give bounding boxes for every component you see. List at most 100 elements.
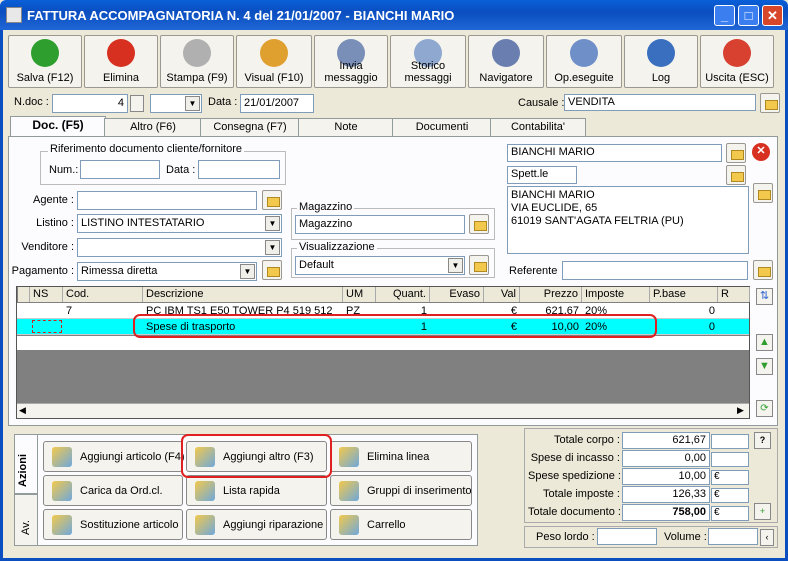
toolbar-button-mail-search[interactable]: Storico messaggi: [390, 35, 466, 88]
grid-header-cell[interactable]: Val: [484, 287, 520, 302]
grid-header-cell[interactable]: R: [718, 287, 750, 302]
rif-num-input[interactable]: [80, 160, 160, 179]
magazzino-input[interactable]: Magazzino: [295, 215, 465, 234]
move-up-blue-icon[interactable]: ⇅: [756, 288, 773, 305]
toolbar-button-compass[interactable]: Navigatore: [468, 35, 544, 88]
grid-cell[interactable]: 7: [63, 304, 143, 318]
pagamento-folder-icon[interactable]: [262, 260, 282, 280]
tab-1[interactable]: Altro (F6): [104, 118, 202, 136]
agente-input[interactable]: [77, 191, 257, 210]
toolbar-button-envelope[interactable]: Invia messaggio: [314, 35, 388, 88]
grid-header-cell[interactable]: Quant.: [376, 287, 430, 302]
load-order-icon: [52, 481, 72, 501]
move-up-icon[interactable]: ▲: [756, 334, 773, 351]
toolbar-button-delete-x[interactable]: Elimina: [84, 35, 158, 88]
toolbar-button-label: Log: [651, 72, 671, 84]
check-icon: [31, 39, 59, 67]
grid-header-cell[interactable]: UM: [343, 287, 376, 302]
refresh-grid-icon[interactable]: ⟳: [756, 400, 773, 417]
close-button[interactable]: ✕: [762, 5, 783, 26]
action-add-article[interactable]: Aggiungi articolo (F4): [43, 441, 185, 472]
salutation-input[interactable]: Spett.le: [507, 166, 577, 184]
grid-cell[interactable]: [718, 320, 750, 334]
agente-folder-icon[interactable]: [262, 190, 282, 210]
causale-folder-icon[interactable]: [760, 93, 780, 113]
peso-input[interactable]: [597, 528, 657, 545]
customer-name-input[interactable]: BIANCHI MARIO: [507, 144, 722, 162]
minimize-button[interactable]: _: [714, 5, 735, 26]
tab-2[interactable]: Consegna (F7): [200, 118, 300, 136]
volume-input[interactable]: [708, 528, 758, 545]
action-quick-list[interactable]: Lista rapida: [186, 475, 327, 506]
customer-address-box[interactable]: BIANCHI MARIO VIA EUCLIDE, 65 61019 SANT…: [507, 186, 749, 254]
visualizzazione-folder-icon[interactable]: [469, 255, 489, 275]
toolbar-button-magic-wand[interactable]: Visual (F10): [236, 35, 312, 88]
action-delete-line[interactable]: Elimina linea: [330, 441, 472, 472]
ndoc-input[interactable]: 4: [52, 94, 128, 113]
venditore-select[interactable]: ▼: [77, 238, 282, 257]
action-replace-article[interactable]: Sostituzione articolo: [43, 509, 183, 540]
toolbar-button-gears[interactable]: Op.eseguite: [546, 35, 622, 88]
magazzino-legend: Magazzino: [297, 201, 355, 213]
delete-line-icon: [339, 447, 359, 467]
tab-3[interactable]: Note: [298, 118, 394, 136]
magic-wand-icon: [260, 39, 288, 67]
grid-cell[interactable]: 0: [650, 304, 718, 318]
maximize-button[interactable]: □: [738, 5, 759, 26]
rif-date-input[interactable]: [198, 160, 280, 179]
ndoc-label: N.doc :: [14, 96, 49, 108]
grid-cell[interactable]: [63, 320, 143, 334]
grid-cell[interactable]: 0: [650, 320, 718, 334]
customer-folder-icon[interactable]: [726, 143, 746, 163]
exit-icon: [723, 39, 751, 67]
weights-collapse-icon[interactable]: ‹: [760, 529, 774, 546]
side-tab-av[interactable]: Av.: [14, 494, 38, 546]
grid-header-cell[interactable]: Descrizione: [143, 287, 343, 302]
grid-header-cell[interactable]: P.base: [650, 287, 718, 302]
recalc-totals-icon[interactable]: +: [754, 503, 771, 520]
contact-person-icon[interactable]: [726, 165, 746, 185]
toolbar-button-exit[interactable]: Uscita (ESC): [700, 35, 774, 88]
referente-folder-icon[interactable]: [753, 260, 773, 280]
scroll-left-icon[interactable]: ◀: [19, 405, 26, 416]
horizontal-scrollbar[interactable]: ◀ ▶: [17, 403, 749, 418]
magazzino-folder-icon[interactable]: [469, 214, 489, 234]
grid-header-cell[interactable]: Evaso: [430, 287, 484, 302]
action-repair-gear[interactable]: Aggiungi riparazione: [186, 509, 327, 540]
ndoc-suffix-button[interactable]: [130, 95, 144, 112]
visualizzazione-select[interactable]: Default ▼: [295, 256, 465, 275]
move-down-icon[interactable]: ▼: [756, 358, 773, 375]
clear-customer-icon[interactable]: ✕: [752, 143, 770, 161]
action-cart[interactable]: Carrello: [330, 509, 472, 540]
toolbar-button-printer[interactable]: Stampa (F9): [160, 35, 234, 88]
series-select[interactable]: ▼: [150, 94, 202, 113]
pagamento-value: Rimessa diretta: [81, 265, 158, 277]
action-load-order[interactable]: Carica da Ord.cl.: [43, 475, 183, 506]
toolbar-button-check[interactable]: Salva (F12): [8, 35, 82, 88]
listino-select[interactable]: LISTINO INTESTATARIO ▼: [77, 214, 282, 233]
pagamento-select[interactable]: Rimessa diretta ▼: [77, 262, 257, 281]
causale-input[interactable]: VENDITA: [564, 94, 756, 111]
grid-header-cell[interactable]: Imposte: [582, 287, 650, 302]
address-folder-icon[interactable]: [753, 183, 773, 203]
add-article-icon: [52, 447, 72, 467]
grid-header-cell[interactable]: NS: [30, 287, 63, 302]
grid-cell[interactable]: [30, 304, 63, 318]
empty-row[interactable]: [17, 336, 749, 350]
scroll-right-icon[interactable]: ▶: [737, 405, 744, 416]
tab-4[interactable]: Documenti: [392, 118, 492, 136]
tab-5[interactable]: Contabilita': [490, 118, 586, 136]
grid-header-cell[interactable]: Cod.: [63, 287, 143, 302]
visualizzazione-value: Default: [299, 259, 334, 271]
toolbar-button-magnifier[interactable]: Log: [624, 35, 698, 88]
side-tab-azioni[interactable]: Azioni: [14, 434, 38, 494]
grid-header-cell[interactable]: Prezzo: [520, 287, 582, 302]
referente-input[interactable]: [562, 261, 748, 280]
title-bar[interactable]: FATTURA ACCOMPAGNATORIA N. 4 del 21/01/2…: [0, 0, 788, 30]
replace-article-icon: [52, 515, 72, 535]
date-input[interactable]: 21/01/2007: [240, 94, 314, 113]
grid-cell[interactable]: [718, 304, 750, 318]
totals-help-button[interactable]: ?: [754, 432, 771, 449]
action-star-group[interactable]: Gruppi di inserimento: [330, 475, 472, 506]
tab-0[interactable]: Doc. (F5): [10, 116, 106, 137]
